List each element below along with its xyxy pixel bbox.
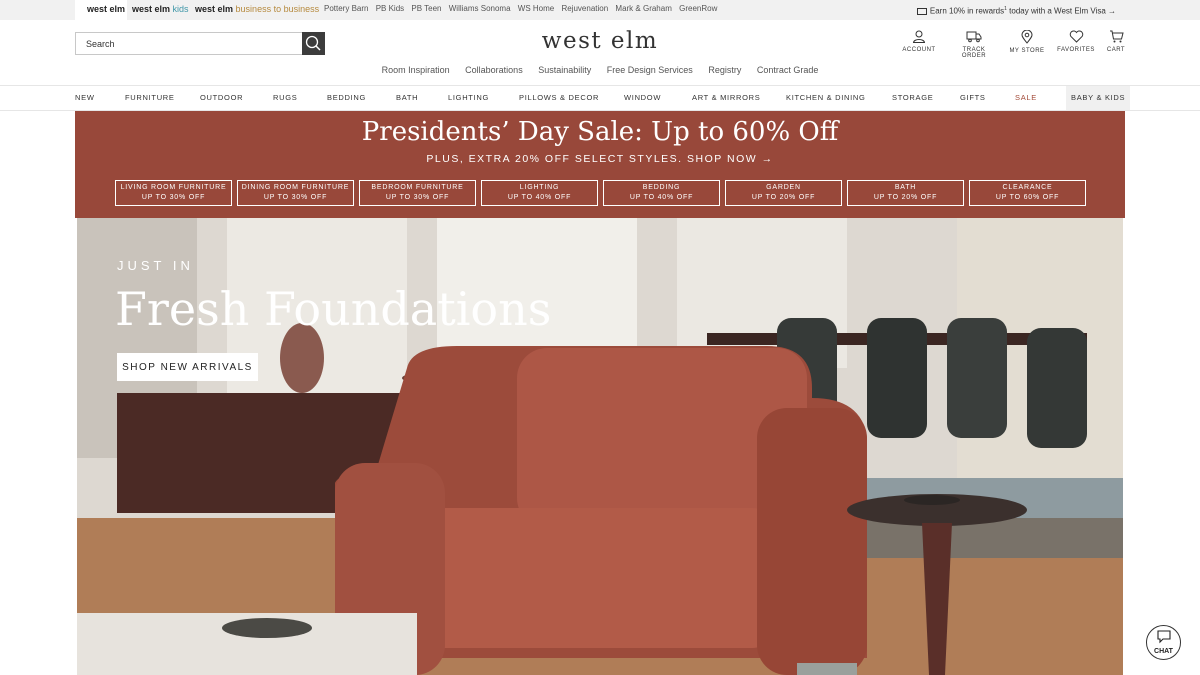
promo-box-category: BATH	[894, 184, 917, 191]
promo-box-category: BEDROOM FURNITURE	[371, 184, 464, 191]
search-input[interactable]	[76, 33, 304, 54]
hero-title: Fresh Foundations	[115, 282, 552, 336]
brand-tab-west-elm-b2b[interactable]: west elm business to business	[195, 0, 319, 20]
nav-gifts[interactable]: GIFTS	[960, 86, 986, 110]
brand-name: west elm	[132, 4, 171, 14]
secnav-sustainability[interactable]: Sustainability	[538, 65, 591, 75]
brand-suffix: kids	[172, 4, 189, 14]
search-box	[75, 32, 325, 55]
sister-link-greenrow[interactable]: GreenRow	[679, 4, 717, 13]
my-store-button[interactable]: MY STORE	[1003, 30, 1051, 54]
nav-sale[interactable]: SALE	[1015, 86, 1037, 110]
location-pin-icon	[1021, 30, 1033, 44]
hero-banner[interactable]: JUST IN Fresh Foundations SHOP NEW ARRIV…	[77, 218, 1123, 675]
chat-label: CHAT	[1154, 648, 1173, 655]
promo-box-category: LIVING ROOM FURNITURE	[120, 184, 227, 191]
promo-box-category: LIGHTING	[519, 184, 560, 191]
promo-box-living-room[interactable]: LIVING ROOM FURNITURE UP TO 30% OFF	[115, 180, 232, 206]
search-button[interactable]	[302, 32, 325, 55]
nav-lighting[interactable]: LIGHTING	[448, 86, 489, 110]
promo-box-discount: UP TO 40% OFF	[507, 194, 572, 201]
sister-link-rejuvenation[interactable]: Rejuvenation	[561, 4, 608, 13]
rewards-text: Earn 10% in rewards	[929, 6, 1005, 16]
nav-storage[interactable]: STORAGE	[892, 86, 933, 110]
nav-furniture[interactable]: FURNITURE	[125, 86, 175, 110]
sister-link-pb-teen[interactable]: PB Teen	[411, 4, 441, 13]
site-logo[interactable]: west elm	[500, 28, 700, 54]
nav-kitchen-dining[interactable]: KITCHEN & DINING	[786, 86, 866, 110]
main-category-nav: NEW FURNITURE OUTDOOR RUGS BEDDING BATH …	[0, 85, 1200, 111]
promo-banner: Presidents’ Day Sale: Up to 60% Off PLUS…	[75, 111, 1125, 218]
promo-box-discount: UP TO 30% OFF	[263, 194, 328, 201]
promo-box-garden[interactable]: GARDEN UP TO 20% OFF	[725, 180, 842, 206]
sister-link-pottery-barn[interactable]: Pottery Barn	[324, 4, 368, 13]
brand-suffix: business to business	[235, 4, 320, 14]
promo-box-discount: UP TO 60% OFF	[995, 194, 1060, 201]
rewards-tail: today with a West Elm Visa →	[1006, 6, 1116, 16]
promo-box-category: DINING ROOM FURNITURE	[241, 184, 350, 191]
sister-link-williams-sonoma[interactable]: Williams Sonoma	[449, 4, 511, 13]
nav-art-mirrors[interactable]: ART & MIRRORS	[692, 86, 760, 110]
top-brand-bar: west elm west elm kids west elm business…	[0, 0, 1200, 20]
account-icon	[912, 30, 926, 43]
nav-bedding[interactable]: BEDDING	[327, 86, 366, 110]
promo-box-bath[interactable]: BATH UP TO 20% OFF	[847, 180, 964, 206]
brand-name: west elm	[195, 4, 234, 14]
heart-icon	[1069, 30, 1083, 43]
promo-box-lighting[interactable]: LIGHTING UP TO 40% OFF	[481, 180, 598, 206]
promo-box-category: CLEARANCE	[1002, 184, 1053, 191]
nav-outdoor[interactable]: OUTDOOR	[200, 86, 243, 110]
secondary-nav: Room Inspiration Collaborations Sustaina…	[0, 65, 1200, 75]
rewards-link[interactable]: Earn 10% in rewards1 today with a West E…	[916, 0, 1116, 20]
secnav-collaborations[interactable]: Collaborations	[465, 65, 523, 75]
cart-label: CART	[1106, 47, 1126, 53]
promo-box-bedding[interactable]: BEDDING UP TO 40% OFF	[603, 180, 720, 206]
shop-new-arrivals-button[interactable]: SHOP NEW ARRIVALS	[117, 353, 258, 381]
account-label: ACCOUNT	[902, 47, 936, 53]
my-store-label: MY STORE	[1009, 48, 1045, 54]
secnav-registry[interactable]: Registry	[708, 65, 741, 75]
nav-baby-kids[interactable]: BABY & KIDS	[1066, 86, 1131, 110]
account-button[interactable]: ACCOUNT	[895, 30, 943, 53]
brand-tab-west-elm-kids[interactable]: west elm kids	[132, 0, 189, 20]
promo-box-clearance[interactable]: CLEARANCE UP TO 60% OFF	[969, 180, 1086, 206]
sister-link-pb-kids[interactable]: PB Kids	[376, 4, 404, 13]
truck-icon	[966, 31, 982, 43]
nav-rugs[interactable]: RUGS	[273, 86, 297, 110]
promo-box-bedroom[interactable]: BEDROOM FURNITURE UP TO 30% OFF	[359, 180, 476, 206]
search-icon	[305, 35, 321, 51]
nav-new[interactable]: NEW	[75, 86, 95, 110]
promo-box-discount: UP TO 20% OFF	[751, 194, 816, 201]
promo-box-discount: UP TO 20% OFF	[873, 194, 938, 201]
promo-box-dining-room[interactable]: DINING ROOM FURNITURE UP TO 30% OFF	[237, 180, 354, 206]
sister-link-ws-home[interactable]: WS Home	[518, 4, 554, 13]
track-order-button[interactable]: TRACK ORDER	[950, 30, 998, 59]
chat-button[interactable]: CHAT	[1146, 625, 1181, 660]
promo-box-discount: UP TO 30% OFF	[141, 194, 206, 201]
hero-kicker: JUST IN	[117, 258, 194, 273]
promo-box-discount: UP TO 30% OFF	[385, 194, 450, 201]
promo-box-discount: UP TO 40% OFF	[629, 194, 694, 201]
sister-sites: Pottery Barn PB Kids PB Teen Williams So…	[324, 0, 722, 20]
secnav-contract-grade[interactable]: Contract Grade	[757, 65, 819, 75]
track-order-label: TRACK ORDER	[961, 47, 987, 59]
cart-icon	[1109, 30, 1124, 43]
secnav-free-design-services[interactable]: Free Design Services	[607, 65, 693, 75]
brand-tab-west-elm[interactable]: west elm	[75, 0, 127, 20]
brand-name: west elm	[87, 4, 126, 14]
nav-window[interactable]: WINDOW	[624, 86, 661, 110]
promo-box-category: BEDDING	[642, 184, 681, 191]
cart-button[interactable]: CART	[1092, 30, 1140, 53]
nav-bath[interactable]: BATH	[396, 86, 418, 110]
nav-pillows-decor[interactable]: PILLOWS & DECOR	[519, 86, 599, 110]
promo-box-category: GARDEN	[766, 184, 801, 191]
chat-bubble-icon	[1156, 630, 1171, 644]
credit-card-icon	[916, 7, 927, 15]
promo-title[interactable]: Presidents’ Day Sale: Up to 60% Off	[75, 117, 1125, 147]
promo-shop-now-link[interactable]: PLUS, EXTRA 20% OFF SELECT STYLES. SHOP …	[75, 153, 1125, 165]
secnav-room-inspiration[interactable]: Room Inspiration	[382, 65, 450, 75]
sister-link-mark-graham[interactable]: Mark & Graham	[615, 4, 671, 13]
